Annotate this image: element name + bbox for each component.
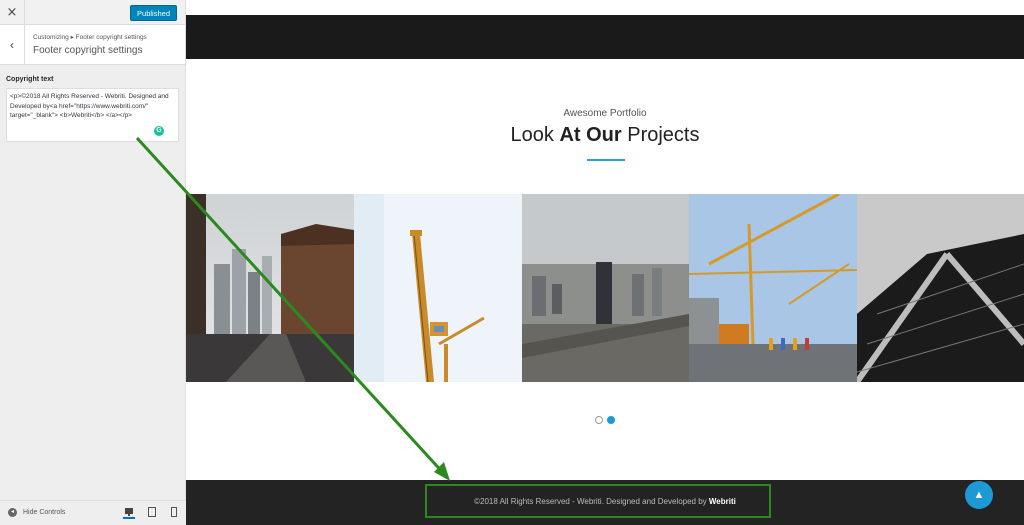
site-preview: Awesome Portfolio Look At Our Projects ©…: [186, 0, 1024, 525]
slider-dots: [595, 416, 615, 424]
publish-button[interactable]: Published: [130, 5, 177, 21]
section-header: ‹ Customizing ▸ Footer copyright setting…: [0, 25, 185, 65]
headline-bold: At Our: [559, 124, 622, 146]
portfolio-headline: Look At Our Projects: [186, 124, 1024, 147]
section-title: Footer copyright settings: [33, 45, 143, 56]
copyright-text-field[interactable]: <p>©2018 All Rights Reserved - Webriti. …: [6, 88, 179, 142]
annotation-highlight-box: [425, 484, 771, 518]
copyright-text-label: Copyright text: [6, 76, 54, 83]
scroll-to-top-button[interactable]: ▲: [965, 481, 993, 509]
project-image-crane[interactable]: [354, 194, 522, 382]
mobile-icon[interactable]: [168, 507, 180, 519]
collapse-icon: ◂: [8, 508, 17, 517]
header-band: [186, 15, 1024, 59]
desktop-icon[interactable]: [123, 507, 135, 519]
breadcrumb: Customizing ▸ Footer copyright settings: [33, 34, 147, 41]
slider-dot-1[interactable]: [595, 416, 603, 424]
close-icon[interactable]: ×: [0, 0, 25, 25]
hide-controls-button[interactable]: ◂ Hide Controls: [8, 508, 65, 517]
sidebar-footer: ◂ Hide Controls: [0, 500, 186, 525]
headline-post: Projects: [621, 124, 700, 146]
customizer-sidebar: × Published ‹ Customizing ▸ Footer copyr…: [0, 0, 186, 525]
project-gallery: [186, 194, 1024, 382]
project-image-city-aerial[interactable]: [522, 194, 689, 382]
grammarly-icon[interactable]: G: [154, 126, 164, 136]
sidebar-topbar: × Published: [0, 0, 185, 25]
slider-dot-2[interactable]: [607, 416, 615, 424]
project-image-building[interactable]: [857, 194, 1024, 382]
project-image-city-street[interactable]: [186, 194, 354, 382]
portfolio-subtitle: Awesome Portfolio: [563, 108, 647, 119]
tablet-icon[interactable]: [146, 507, 158, 519]
headline-pre: Look: [510, 124, 560, 146]
back-icon[interactable]: ‹: [0, 25, 25, 65]
hide-controls-label: Hide Controls: [23, 509, 66, 516]
project-image-construction-site[interactable]: [689, 194, 857, 382]
headline-divider: [587, 159, 625, 161]
